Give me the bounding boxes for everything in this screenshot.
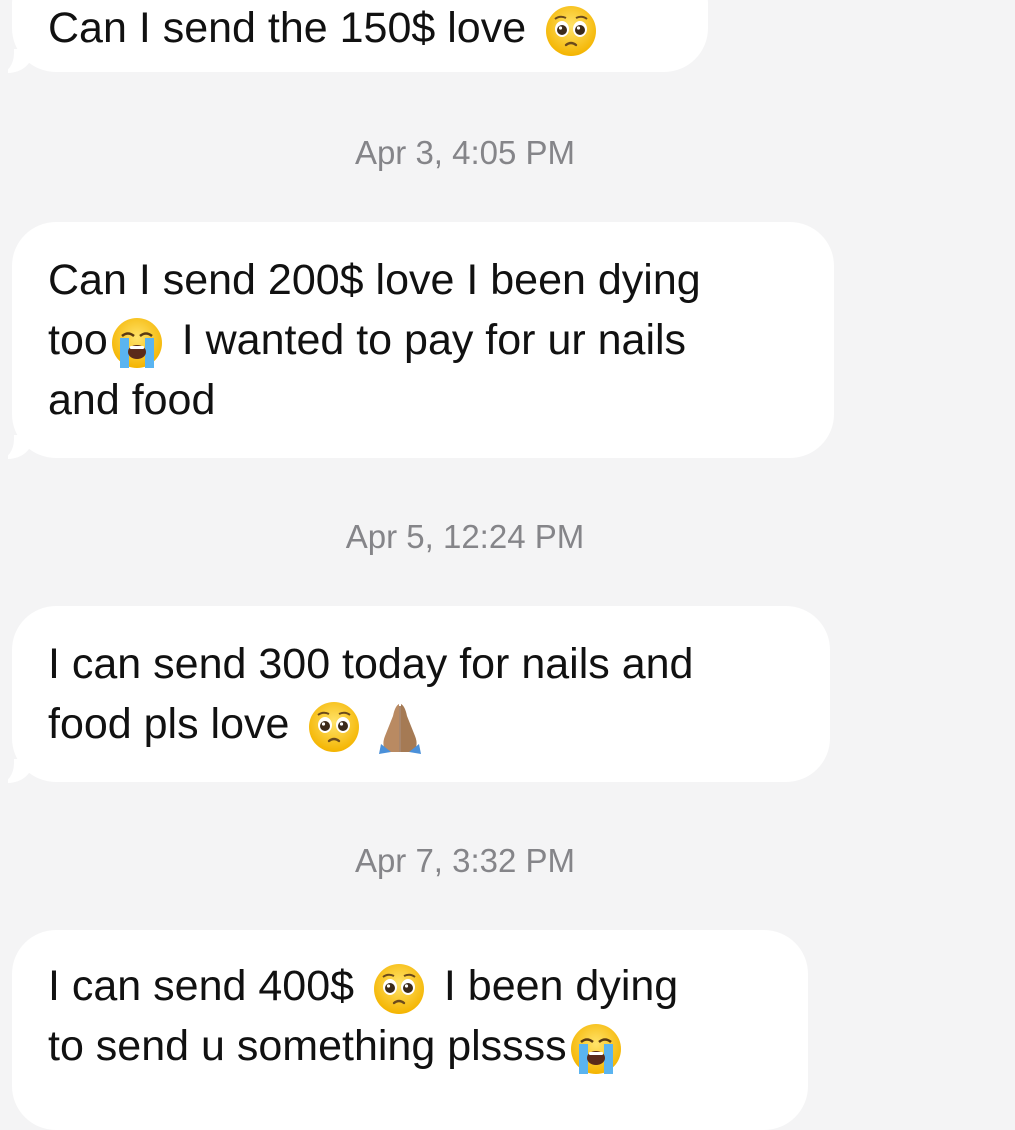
message-line: food pls love — [48, 694, 433, 754]
message-text: I wanted to pay for ur nails — [169, 316, 687, 364]
message-bubble-4[interactable]: I can send 400$ I been dying to send u s… — [12, 930, 808, 1130]
message-line: Can I send 200$ love I been dying — [48, 256, 701, 304]
message-line: I can send 400$ I been dying — [48, 956, 678, 1016]
message-line: Can I send the 150$ love — [48, 0, 604, 58]
message-line: to send u something plssss — [48, 1016, 629, 1076]
message-bubble-2[interactable]: Can I send 200$ love I been dying too I … — [0, 222, 834, 459]
loudly-crying-face-icon — [569, 1022, 623, 1076]
timestamp: Apr 7, 3:32 PM — [354, 842, 576, 879]
message-text: I been dying — [431, 962, 679, 1010]
message-line: and food — [48, 376, 216, 424]
message-text: food pls love — [48, 700, 302, 748]
folded-hands-icon — [373, 700, 427, 754]
timestamp: Apr 5, 12:24 PM — [345, 518, 585, 555]
loudly-crying-face-icon — [110, 316, 164, 370]
pleading-face-icon — [307, 700, 361, 754]
bubble-tail — [0, 759, 34, 783]
message-text: to send u something plssss — [48, 1022, 567, 1070]
message-bubble-3[interactable]: I can send 300 today for nails and food … — [0, 606, 830, 783]
timestamp: Apr 3, 4:05 PM — [354, 134, 576, 171]
message-bubble-1[interactable]: Can I send the 150$ love — [0, 0, 708, 73]
message-text: Can I send the 150$ love — [48, 4, 539, 52]
message-text: I can send 400$ — [48, 962, 366, 1010]
message-text: too — [48, 316, 108, 364]
pleading-face-icon — [544, 4, 598, 58]
bubble-tail — [0, 435, 34, 459]
bubble-tail — [0, 49, 34, 73]
message-line: too I wanted to pay for ur nails — [48, 310, 686, 370]
message-line: I can send 300 today for nails and — [48, 640, 694, 688]
pleading-face-icon — [372, 962, 426, 1016]
